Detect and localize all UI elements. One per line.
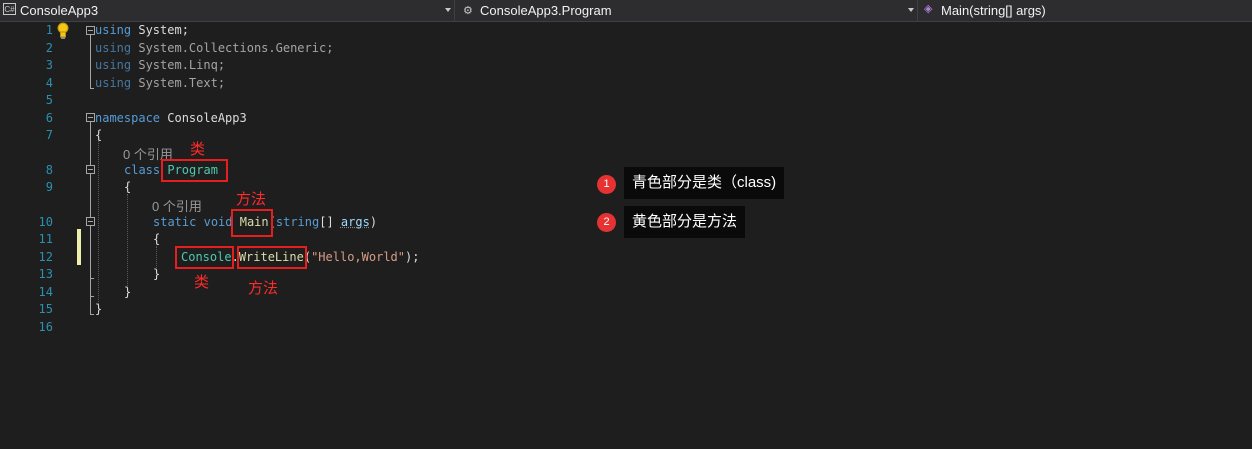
line-number: 16: [38, 320, 53, 334]
code-text: []: [319, 215, 341, 229]
collapse-toggle-method[interactable]: [86, 217, 95, 226]
callout-class: 青色部分是类（class): [624, 167, 785, 199]
indent-guide: [156, 246, 157, 268]
line-number: 14: [38, 285, 53, 299]
string-literal: "Hello,World": [311, 250, 405, 264]
lightbulb-icon[interactable]: [57, 22, 69, 40]
code-text: ): [369, 215, 378, 229]
project-dropdown-label: ConsoleApp3: [20, 3, 99, 18]
type-dropdown-label: ConsoleApp3.Program: [480, 3, 612, 18]
line-number: 7: [45, 128, 53, 142]
type-dropdown[interactable]: ⚙ ConsoleApp3.Program: [459, 0, 918, 21]
line-number: 1: [45, 23, 53, 37]
line-number: 10: [38, 215, 53, 229]
code-line-11[interactable]: {: [153, 232, 160, 246]
method-annotation: 方法: [248, 280, 279, 297]
project-dropdown[interactable]: C# ConsoleApp3: [0, 0, 455, 21]
member-dropdown-label: Main(string[] args): [941, 3, 1046, 18]
code-line-1[interactable]: using System;: [95, 23, 189, 37]
method-highlight-box: [237, 246, 307, 269]
keyword: class: [124, 163, 161, 177]
line-number: 2: [45, 41, 53, 55]
chevron-down-icon[interactable]: [908, 8, 914, 12]
keyword: using: [95, 58, 132, 72]
keyword: using: [95, 23, 132, 37]
change-indicator: [77, 229, 81, 265]
chevron-down-icon[interactable]: [445, 8, 451, 12]
keyword: string: [275, 215, 320, 229]
code-line-15[interactable]: }: [95, 302, 102, 316]
code-line-13[interactable]: }: [153, 267, 160, 281]
callout-method: 黄色部分是方法: [624, 206, 746, 238]
class-icon: ⚙: [463, 5, 473, 17]
class-annotation: 类: [190, 141, 206, 158]
line-number: 4: [45, 76, 53, 90]
code-text: System.Linq;: [131, 58, 226, 72]
line-number: 11: [38, 232, 53, 246]
indent-guide: [127, 194, 128, 286]
codelens-references[interactable]: 0 个引用: [152, 196, 202, 215]
line-number: 8: [45, 163, 53, 177]
collapse-toggle-class[interactable]: [86, 165, 95, 174]
line-number: 3: [45, 58, 53, 72]
method-icon: ◈: [924, 3, 933, 15]
parameter-name: args: [340, 215, 370, 229]
line-number: 9: [45, 180, 53, 194]
navigation-bar: C# ConsoleApp3 ⚙ ConsoleApp3.Program ◈ M…: [0, 0, 1252, 22]
callout-number-badge: 1: [597, 175, 616, 194]
class-highlight-box: [161, 159, 228, 182]
code-text: );: [405, 250, 420, 264]
class-highlight-box: [175, 246, 234, 269]
line-number: 6: [45, 111, 53, 125]
member-dropdown[interactable]: ◈ Main(string[] args): [921, 0, 1252, 21]
outline-line: [90, 296, 94, 297]
keyword: void: [203, 215, 233, 229]
outline-line: [90, 226, 91, 279]
outline-line: [90, 35, 91, 89]
code-text: System.Collections.Generic;: [131, 41, 334, 55]
code-line-9[interactable]: {: [124, 180, 131, 194]
outline-line: [90, 88, 94, 89]
keyword: namespace: [95, 111, 161, 125]
method-annotation: 方法: [236, 191, 267, 208]
callout-number-badge: 2: [597, 213, 616, 232]
csharp-project-icon: C#: [3, 3, 16, 15]
line-number: 13: [38, 267, 53, 281]
code-line-4[interactable]: using System.Text;: [95, 76, 225, 90]
line-number: 12: [38, 250, 53, 264]
code-line-6[interactable]: namespace ConsoleApp3: [95, 111, 247, 125]
collapse-toggle-namespace[interactable]: [86, 113, 95, 122]
code-text: System;: [131, 23, 189, 37]
code-text: System.Text;: [131, 76, 226, 90]
class-annotation: 类: [194, 274, 210, 291]
outline-line: [90, 314, 94, 315]
indent-guide: [98, 141, 99, 304]
method-highlight-box: [231, 209, 273, 237]
line-number: 15: [38, 302, 53, 316]
line-number: 5: [45, 93, 53, 107]
collapse-toggle-usings[interactable]: [86, 26, 95, 35]
code-line-2[interactable]: using System.Collections.Generic;: [95, 41, 333, 55]
keyword: using: [95, 76, 132, 90]
keyword: using: [95, 41, 132, 55]
code-line-14[interactable]: }: [124, 285, 131, 299]
outline-line: [90, 278, 94, 279]
code-text: ConsoleApp3: [160, 111, 247, 125]
code-line-3[interactable]: using System.Linq;: [95, 58, 225, 72]
keyword: static: [153, 215, 197, 229]
code-line-7[interactable]: {: [95, 128, 102, 142]
